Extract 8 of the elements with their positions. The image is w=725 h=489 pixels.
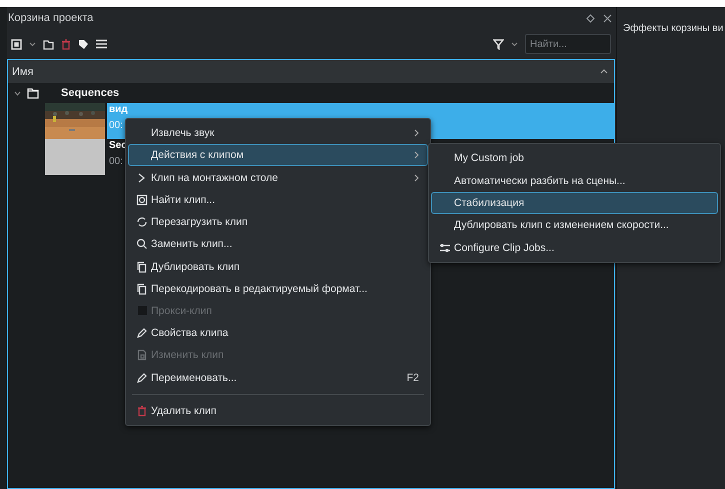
panel-title: Корзина проекта: [8, 12, 94, 24]
clip-duration: 00:: [109, 120, 123, 131]
clip-duration: 00:: [109, 156, 123, 167]
shortcut: F2: [406, 372, 419, 384]
folder-name: Sequences: [61, 87, 120, 99]
side-panel-title: Эффекты корзины ви: [623, 23, 724, 34]
clip-name: вид: [109, 104, 128, 115]
column-header: Имя: [12, 66, 34, 78]
